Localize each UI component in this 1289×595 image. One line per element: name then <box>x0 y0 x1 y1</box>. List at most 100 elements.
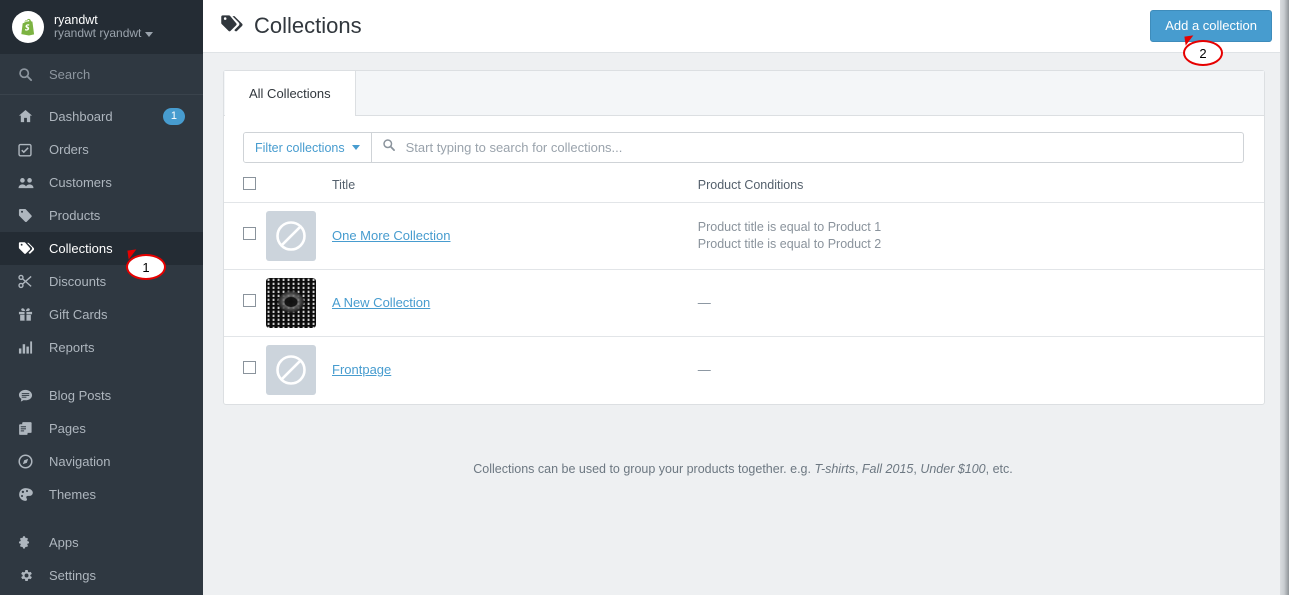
row-thumbnail-cell <box>266 337 332 404</box>
row-checkbox[interactable] <box>243 361 256 375</box>
table-row: Frontpage — <box>224 337 1264 404</box>
row-conditions-cell: — <box>697 269 1264 337</box>
shop-owner[interactable]: ryandwt ryandwt <box>54 26 154 41</box>
row-select-cell <box>224 337 266 404</box>
sidebar-item-collections[interactable]: Collections <box>0 232 203 265</box>
no-image-placeholder-icon <box>266 211 316 261</box>
sidebar-item-themes[interactable]: Themes <box>0 478 203 511</box>
thumbnail-header <box>266 177 332 203</box>
sidebar-item-label: Products <box>49 208 101 223</box>
search-input[interactable] <box>403 139 1243 156</box>
condition-empty: — <box>697 295 711 310</box>
footnote-example-1: T-shirts <box>814 461 855 476</box>
search-icon <box>18 67 40 82</box>
row-title-cell: A New Collection <box>332 269 698 337</box>
row-title-cell: Frontpage <box>332 337 698 404</box>
no-image-placeholder-icon <box>266 345 316 396</box>
row-checkbox[interactable] <box>243 227 256 240</box>
sidebar-item-orders[interactable]: Orders <box>0 133 203 166</box>
sidebar-item-label: Pages <box>49 421 86 436</box>
sidebar-item-label: Apps <box>49 535 79 550</box>
collections-icon <box>18 241 40 256</box>
dashboard-badge: 1 <box>162 108 185 125</box>
main-content: Collections Add a collection All Collect… <box>203 0 1289 595</box>
tab-all-collections[interactable]: All Collections <box>225 71 356 116</box>
orders-icon <box>18 143 40 157</box>
product-conditions-header: Product Conditions <box>697 177 1264 203</box>
sidebar-item-products[interactable]: Products <box>0 199 203 232</box>
sidebar-item-apps[interactable]: Apps <box>0 526 203 559</box>
title-header: Title <box>332 177 698 203</box>
marker-label: 2 <box>1183 40 1223 66</box>
select-all-checkbox[interactable] <box>243 177 256 190</box>
gift-icon <box>18 307 40 322</box>
collection-link[interactable]: One More Collection <box>332 228 451 243</box>
bar-chart-icon <box>18 340 40 355</box>
row-conditions-cell: Product title is equal to Product 1 Prod… <box>697 202 1264 270</box>
condition-empty: — <box>697 362 711 378</box>
sidebar-item-reports[interactable]: Reports <box>0 331 203 364</box>
footnote-part2: , etc. <box>985 461 1013 476</box>
condition-line: Product title is equal to Product 2 <box>697 237 882 251</box>
puzzle-icon <box>18 535 40 550</box>
collections-tag-icon <box>220 14 243 39</box>
customers-icon <box>18 176 40 190</box>
table-row: One More Collection Product title is equ… <box>224 202 1264 270</box>
row-title-cell: One More Collection <box>332 202 698 270</box>
page-title: Collections <box>254 13 362 38</box>
sidebar-search[interactable]: Search <box>0 54 203 95</box>
sidebar-item-label: Discounts <box>49 274 107 289</box>
row-checkbox[interactable] <box>243 294 256 307</box>
gear-icon <box>18 568 40 583</box>
collection-link[interactable]: A New Collection <box>332 295 430 310</box>
pages-icon <box>18 421 40 436</box>
sidebar-item-dashboard[interactable]: Dashboard 1 <box>0 100 203 133</box>
chevron-down-icon <box>145 31 154 37</box>
shop-owner-label: ryandwt ryandwt <box>54 26 142 41</box>
collections-table: Title Product Conditions One More Collec… <box>224 177 1264 404</box>
sidebar-search-label: Search <box>49 66 91 82</box>
sidebar-item-discounts[interactable]: Discounts <box>0 265 203 298</box>
sidebar-item-label: Navigation <box>49 454 111 469</box>
scissors-icon <box>18 274 40 289</box>
row-thumbnail-cell <box>266 269 332 337</box>
select-all-header <box>224 177 266 203</box>
sidebar-item-label: Collections <box>49 241 113 256</box>
sidebar-item-gift-cards[interactable]: Gift Cards <box>0 298 203 331</box>
add-a-collection-button[interactable]: Add a collection <box>1150 10 1272 42</box>
filter-collections-button[interactable]: Filter collections <box>244 133 372 162</box>
compass-icon <box>18 454 40 469</box>
sidebar-item-navigation[interactable]: Navigation <box>0 445 203 478</box>
shopify-admin-window: ryandwt ryandwt ryandwt Search Dashboard… <box>0 0 1289 595</box>
sidebar-item-customers[interactable]: Customers <box>0 166 203 199</box>
nav-separator-2 <box>0 511 203 526</box>
footnote-sep1: , <box>854 461 862 476</box>
sidebar-nav-primary: Dashboard 1 Orders Customers Products Co… <box>0 95 203 592</box>
sidebar-item-settings[interactable]: Settings <box>0 559 203 592</box>
sidebar-item-label: Reports <box>49 340 95 355</box>
filter-collections-label: Filter collections <box>255 140 345 155</box>
condition-line: Product title is equal to Product 1 <box>697 220 882 234</box>
sidebar-item-label: Settings <box>49 568 96 583</box>
chevron-down-icon <box>351 145 360 150</box>
collection-link[interactable]: Frontpage <box>332 362 391 377</box>
sidebar-item-label: Themes <box>49 487 96 502</box>
filter-bar: Filter collections <box>224 116 1264 163</box>
collections-card: All Collections Filter collections Start… <box>223 70 1265 405</box>
shop-header[interactable]: ryandwt ryandwt ryandwt <box>0 0 203 54</box>
tag-icon <box>18 208 40 223</box>
sidebar-item-label: Orders <box>49 142 89 157</box>
sidebar-item-label: Blog Posts <box>49 388 112 403</box>
chat-icon <box>18 388 40 403</box>
tab-bar: All Collections <box>224 71 1264 116</box>
paintbrush-icon <box>18 487 40 502</box>
sidebar-item-pages[interactable]: Pages <box>0 412 203 445</box>
search-field-wrap <box>372 133 1243 162</box>
page-header: Collections Add a collection <box>203 0 1289 53</box>
sidebar-item-blog-posts[interactable]: Blog Posts <box>0 379 203 412</box>
shop-name: ryandwt <box>54 12 98 27</box>
shopify-bag-icon <box>12 11 44 43</box>
window-scrollbar[interactable] <box>1280 0 1289 595</box>
marker-label: 1 <box>126 254 166 280</box>
annotation-marker-1: 1 <box>126 249 166 280</box>
